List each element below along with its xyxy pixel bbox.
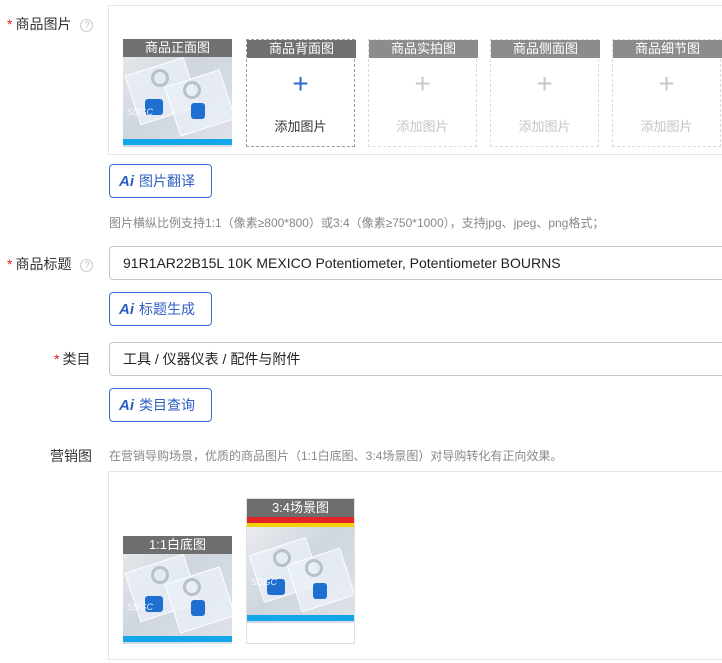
slot-title: 商品实拍图 [369, 40, 478, 58]
plus-icon: + [414, 68, 431, 99]
slot-title: 商品细节图 [613, 40, 722, 58]
image-slot-back[interactable]: 商品背面图 + 添加图片 [246, 39, 356, 147]
add-image-label: 添加图片 [274, 119, 327, 134]
image-slot-detail[interactable]: 商品细节图 + 添加图片 [612, 39, 722, 147]
title-generate-button[interactable]: Ai 标题生成 [109, 292, 212, 326]
plus-icon: + [658, 68, 675, 99]
title-label-text: 商品标题 [15, 256, 72, 272]
marketing-image-scene[interactable]: SDGC 3:4场景图 [246, 498, 355, 644]
image-translate-button[interactable]: Ai 图片翻译 [109, 164, 212, 198]
add-image-label: 添加图片 [518, 119, 571, 134]
image-format-hint: 图片横纵比例支持1:1（像素≥800*800）或3:4（像素≥750*1000）… [109, 216, 605, 230]
marketing-image-title: 3:4场景图 [247, 499, 354, 517]
title-generate-label: 标题生成 [139, 301, 195, 317]
image-translate-label: 图片翻译 [139, 173, 195, 189]
marketing-image-square[interactable]: SDGC 1:1白底图 [123, 536, 232, 644]
category-label: * 类目 [54, 349, 90, 369]
category-label-text: 类目 [62, 351, 91, 367]
slot-title: 商品背面图 [247, 40, 356, 58]
marketing-images-hint: 在营销导购场景，优质的商品图片（1:1白底图、3:4场景图）对导购转化有正向效果… [109, 449, 563, 463]
title-input[interactable]: 91R1AR22B15L 10K MEXICO Potentiometer, P… [109, 246, 722, 280]
add-image-label: 添加图片 [396, 119, 449, 134]
marketing-image-title: 1:1白底图 [123, 536, 232, 554]
category-query-label: 类目查询 [139, 397, 195, 413]
product-images-label: * 商品图片? [7, 14, 94, 34]
category-query-button[interactable]: Ai 类目查询 [109, 388, 212, 422]
category-select[interactable]: 工具 / 仪器仪表 / 配件与附件 [109, 342, 722, 376]
plus-icon: + [536, 68, 553, 99]
required-mark: * [7, 16, 13, 32]
image-slot-front[interactable]: SDGC 商品正面图 [123, 39, 232, 147]
plus-icon: + [292, 68, 309, 99]
image-slot-side[interactable]: 商品侧面图 + 添加图片 [490, 39, 600, 147]
ai-icon: Ai [119, 301, 134, 318]
image-slot-real[interactable]: 商品实拍图 + 添加图片 [368, 39, 478, 147]
image-watermark: SDGC [127, 602, 154, 612]
product-images-label-text: 商品图片 [15, 16, 72, 32]
slot-title: 商品侧面图 [491, 40, 600, 58]
required-mark: * [7, 256, 13, 272]
add-image-label: 添加图片 [640, 119, 693, 134]
marketing-images-panel: SDGC 1:1白底图 SDGC 3:4场景图 [108, 471, 722, 660]
image-watermark: SDGC [127, 107, 154, 117]
product-images-panel: SDGC 商品正面图 商品背面图 + 添加图片 商品实拍图 + 添加图片 商品侧… [108, 5, 722, 155]
question-circle-icon[interactable]: ? [80, 19, 94, 32]
slot-title: 商品正面图 [123, 39, 232, 57]
ai-icon: Ai [119, 173, 134, 190]
image-watermark: SDGC [251, 577, 278, 587]
ai-icon: Ai [119, 397, 134, 414]
question-circle-icon[interactable]: ? [80, 259, 94, 272]
title-label: * 商品标题? [7, 254, 94, 274]
required-mark: * [54, 351, 60, 367]
marketing-images-label: 营销图 [50, 448, 92, 464]
